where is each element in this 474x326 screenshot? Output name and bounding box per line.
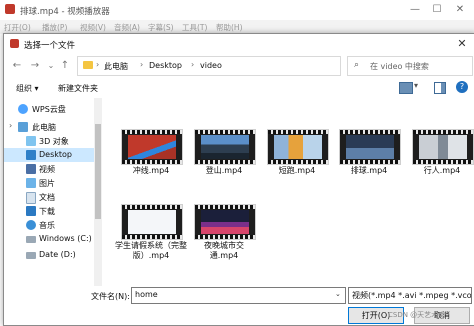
cube-icon	[26, 136, 36, 146]
preview-pane-icon[interactable]	[434, 82, 446, 94]
minimize-button[interactable]: —	[408, 3, 422, 17]
breadcrumb-separator-icon: ›	[140, 60, 144, 69]
filetype-select[interactable]: 视频(*.mp4 *.avi *.mpeg *.vco	[348, 287, 472, 304]
file-open-dialog: 选择一个文件 ✕ ← → ⌄ ↑ › 此电脑 › Desktop › video…	[3, 33, 474, 326]
video-thumbnail	[194, 129, 256, 165]
sidebar-item-videos[interactable]: 视频	[4, 162, 94, 176]
file-name: 学生请假系统（完整版）.mp4	[115, 241, 187, 260]
computer-icon	[18, 122, 28, 132]
breadcrumb-separator-icon: ›	[191, 60, 195, 69]
menu-audio[interactable]: 音频(A)	[114, 22, 140, 33]
sidebar-item-wps-cloud[interactable]: WPS云盘	[4, 102, 94, 116]
video-folder-icon	[26, 164, 36, 174]
search-box[interactable]: ⌕ 在 video 中搜索	[347, 56, 473, 76]
download-icon	[26, 206, 36, 216]
file-name: 排球.mp4	[350, 166, 388, 175]
sidebar-item-label: 下载	[39, 207, 55, 216]
breadcrumb-desktop[interactable]: Desktop	[149, 61, 182, 70]
breadcrumb-separator-icon: ›	[96, 60, 100, 69]
sidebar-item-label: Desktop	[39, 150, 72, 159]
sidebar-item-music[interactable]: 音乐	[4, 218, 94, 232]
watermark: CSDN @天艺术痴	[388, 311, 446, 319]
scrollbar-thumb[interactable]	[95, 124, 101, 219]
file-name: 夜晚城市交通.mp4	[204, 241, 244, 260]
video-thumbnail	[339, 129, 401, 165]
sidebar-item-label: 音乐	[39, 221, 55, 230]
sidebar-item-label: WPS云盘	[32, 105, 66, 114]
menu-open[interactable]: 打开(O)	[4, 22, 31, 33]
chevron-down-icon[interactable]: ⌄	[335, 290, 341, 298]
forward-arrow-icon[interactable]: →	[28, 59, 42, 73]
file-name: 短跑.mp4	[278, 166, 316, 175]
sidebar-item-this-pc[interactable]: › 此电脑	[4, 120, 94, 134]
menu-video[interactable]: 视频(V)	[80, 22, 106, 33]
dialog-title: 选择一个文件	[24, 41, 76, 51]
sidebar-item-label: Date (D:)	[39, 250, 76, 259]
close-button[interactable]: ✕	[453, 3, 467, 17]
maximize-button[interactable]: ☐	[430, 3, 444, 17]
help-icon[interactable]: ?	[456, 81, 468, 93]
breadcrumb-this-pc[interactable]: 此电脑	[104, 61, 128, 72]
dialog-app-icon	[10, 39, 19, 48]
drive-icon	[26, 236, 36, 243]
music-icon	[26, 220, 36, 230]
organize-button[interactable]: 组织 ▾	[16, 83, 39, 94]
player-app-icon	[5, 4, 15, 14]
file-name: 冲线.mp4	[132, 166, 170, 175]
sidebar-item-label: 文档	[39, 193, 55, 202]
collapse-chevron-icon[interactable]: ›	[9, 121, 12, 130]
view-options-chevron-icon[interactable]: ▾	[414, 81, 418, 90]
video-thumbnail	[194, 204, 256, 240]
filetype-value: 视频(*.mp4 *.avi *.mpeg *.vco	[352, 291, 472, 300]
filename-input[interactable]: home ⌄	[131, 287, 346, 304]
menu-help[interactable]: 帮助(H)	[216, 22, 243, 33]
sidebar-item-drive-d[interactable]: Date (D:)	[4, 248, 94, 262]
menu-subtitle[interactable]: 字幕(S)	[148, 22, 174, 33]
address-bar[interactable]: › 此电脑 › Desktop › video ⌄ ↻	[77, 56, 411, 76]
sidebar-item-label: 3D 对象	[39, 137, 69, 146]
sidebar-item-label: 此电脑	[32, 123, 56, 132]
cloud-icon	[18, 104, 28, 114]
sidebar-item-3d-objects[interactable]: 3D 对象	[4, 134, 94, 148]
menu-play[interactable]: 播放(P)	[42, 22, 67, 33]
sidebar-item-label: 视频	[39, 165, 55, 174]
desktop-icon	[26, 150, 36, 160]
sidebar-item-desktop[interactable]: Desktop	[4, 148, 94, 162]
file-name: 登山.mp4	[205, 166, 243, 175]
sidebar-item-pictures[interactable]: 图片	[4, 176, 94, 190]
view-options-icon[interactable]	[399, 82, 413, 94]
sidebar-item-label: Windows (C:)	[39, 234, 92, 243]
search-icon: ⌕	[354, 60, 360, 70]
documents-icon	[26, 192, 36, 204]
video-thumbnail	[121, 129, 183, 165]
up-arrow-icon[interactable]: ↑	[58, 59, 72, 73]
search-placeholder: 在 video 中搜索	[370, 62, 429, 71]
drive-icon	[26, 252, 36, 259]
filename-value: home	[135, 290, 158, 299]
breadcrumb-video[interactable]: video	[200, 61, 222, 70]
video-thumbnail	[121, 204, 183, 240]
sidebar-item-downloads[interactable]: 下载	[4, 204, 94, 218]
player-title: 排球.mp4 - 视频播放器	[20, 7, 110, 17]
sidebar-item-documents[interactable]: 文档	[4, 190, 94, 204]
back-arrow-icon[interactable]: ←	[10, 59, 24, 73]
pictures-icon	[26, 178, 36, 188]
sidebar-item-label: 图片	[39, 179, 55, 188]
video-thumbnail	[412, 129, 474, 165]
file-name: 行人.mp4	[423, 166, 461, 175]
dialog-close-icon[interactable]: ✕	[454, 36, 470, 52]
video-thumbnail	[267, 129, 329, 165]
recent-chevron-icon[interactable]: ⌄	[44, 59, 58, 73]
new-folder-button[interactable]: 新建文件夹	[58, 83, 98, 94]
menu-tools[interactable]: 工具(T)	[182, 22, 207, 33]
sidebar-item-drive-c[interactable]: Windows (C:)	[4, 232, 94, 246]
filename-label: 文件名(N):	[91, 292, 130, 301]
folder-icon	[83, 61, 93, 69]
